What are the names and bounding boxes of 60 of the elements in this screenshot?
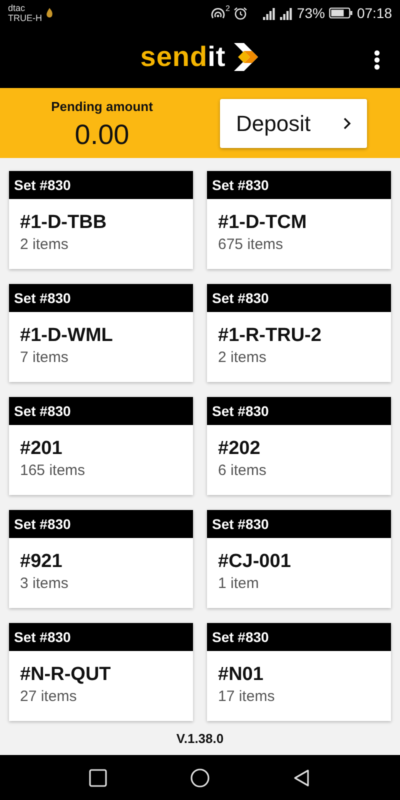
set-card[interactable]: Set #830 #1-D-TCM 675 items bbox=[207, 171, 391, 269]
pending-amount: 0.00 bbox=[74, 120, 130, 149]
set-code: #202 bbox=[218, 439, 262, 460]
battery-percent: 73% bbox=[296, 4, 325, 22]
item-count: 7 items bbox=[20, 348, 70, 368]
set-label: Set #830 bbox=[207, 397, 391, 425]
set-card[interactable]: Set #830 #N01 17 items bbox=[207, 623, 391, 721]
item-count: 17 items bbox=[218, 686, 276, 707]
back-icon[interactable] bbox=[292, 768, 311, 786]
item-count: 3 items bbox=[20, 574, 70, 594]
more-menu-icon[interactable] bbox=[374, 50, 380, 70]
carrier-name: TRUE-H bbox=[8, 13, 42, 23]
hotspot-icon bbox=[211, 7, 226, 19]
item-count: 2 items bbox=[218, 348, 268, 368]
item-count: 165 items bbox=[20, 460, 86, 481]
recent-apps-icon[interactable] bbox=[89, 768, 108, 786]
set-card[interactable]: Set #830 #1-R-TRU-2 2 items bbox=[207, 284, 391, 382]
set-code: #1-R-TRU-2 bbox=[218, 326, 322, 347]
chevron-right-icon bbox=[343, 116, 351, 130]
logo: sendit bbox=[140, 40, 226, 74]
set-code: #1-D-TCM bbox=[218, 213, 308, 234]
battery-icon bbox=[328, 7, 353, 19]
set-code: #201 bbox=[20, 439, 64, 460]
item-count: 2 items bbox=[20, 234, 70, 255]
set-card[interactable]: Set #830 #1-D-TBB 2 items bbox=[9, 171, 193, 269]
signal-icon bbox=[262, 6, 276, 20]
clock: 07:18 bbox=[356, 4, 392, 22]
set-card[interactable]: Set #830 #201 165 items bbox=[9, 397, 193, 495]
set-card[interactable]: Set #830 #1-D-WML 7 items bbox=[9, 284, 193, 382]
set-label: Set #830 bbox=[9, 171, 193, 199]
set-label: Set #830 bbox=[207, 510, 391, 538]
pending-amount-label: Pending amount bbox=[51, 98, 153, 116]
set-code: #N-R-QUT bbox=[20, 665, 112, 686]
item-count: 27 items bbox=[20, 686, 78, 707]
version-label: V.1.38.0 bbox=[176, 731, 224, 746]
set-label: Set #830 bbox=[9, 397, 193, 425]
carrier-name: dtac bbox=[8, 3, 26, 13]
hotspot-count: 2 bbox=[225, 3, 230, 15]
set-code: #CJ-001 bbox=[218, 552, 292, 573]
set-card[interactable]: Set #830 #CJ-001 1 item bbox=[207, 510, 391, 608]
item-count: 675 items bbox=[218, 234, 284, 255]
set-code: #N01 bbox=[218, 665, 264, 686]
set-card[interactable]: Set #830 #N-R-QUT 27 items bbox=[9, 623, 193, 721]
set-label: Set #830 bbox=[9, 284, 193, 312]
set-label: Set #830 bbox=[9, 510, 193, 538]
set-label: Set #830 bbox=[207, 171, 391, 199]
set-label: Set #830 bbox=[9, 623, 193, 651]
item-count: 1 item bbox=[218, 574, 260, 594]
deposit-button[interactable]: Deposit bbox=[220, 98, 367, 148]
alarm-icon bbox=[234, 6, 247, 20]
set-code: #1-D-WML bbox=[20, 326, 114, 347]
set-label: Set #830 bbox=[207, 284, 391, 312]
item-count: 6 items bbox=[218, 460, 268, 481]
set-code: #1-D-TBB bbox=[20, 213, 108, 234]
signal-icon bbox=[280, 6, 293, 20]
set-card[interactable]: Set #830 #202 6 items bbox=[207, 397, 391, 495]
home-icon[interactable] bbox=[190, 768, 210, 788]
set-card[interactable]: Set #830 #921 3 items bbox=[9, 510, 193, 608]
set-code: #921 bbox=[20, 552, 64, 573]
set-label: Set #830 bbox=[207, 623, 391, 651]
